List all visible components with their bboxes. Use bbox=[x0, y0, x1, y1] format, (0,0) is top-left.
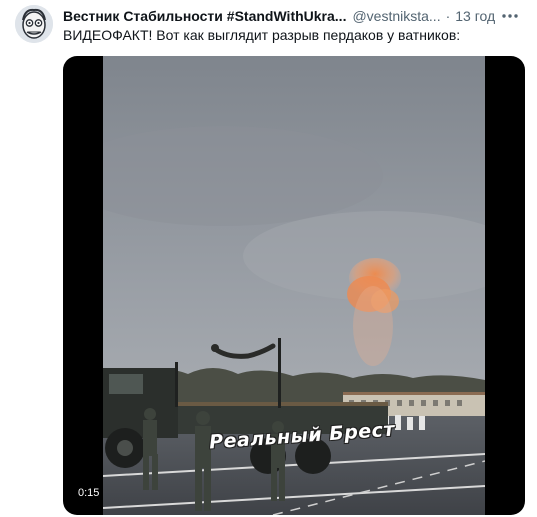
more-icon[interactable] bbox=[499, 6, 521, 26]
author-handle[interactable]: @vestniksta... bbox=[352, 8, 440, 24]
author-display-name[interactable]: Вестник Стабильности #StandWithUkra... bbox=[63, 8, 346, 24]
video-duration-badge: 0:15 bbox=[74, 486, 104, 500]
avatar[interactable] bbox=[15, 5, 53, 43]
tweet-header: Вестник Стабильности #StandWithUkra... @… bbox=[63, 6, 523, 26]
tweet-text: ВИДЕОФАКТ! Вот как выглядит разрыв перда… bbox=[63, 27, 461, 43]
avatar-image bbox=[15, 5, 53, 43]
tweet: Вестник Стабильности #StandWithUkra... @… bbox=[0, 0, 537, 517]
video-player[interactable]: Реальный Брест 0:15 bbox=[63, 56, 525, 515]
tweet-timestamp[interactable]: 13 год bbox=[455, 8, 495, 24]
separator-dot: · bbox=[445, 8, 451, 24]
video-frame[interactable]: Реальный Брест bbox=[103, 56, 485, 515]
